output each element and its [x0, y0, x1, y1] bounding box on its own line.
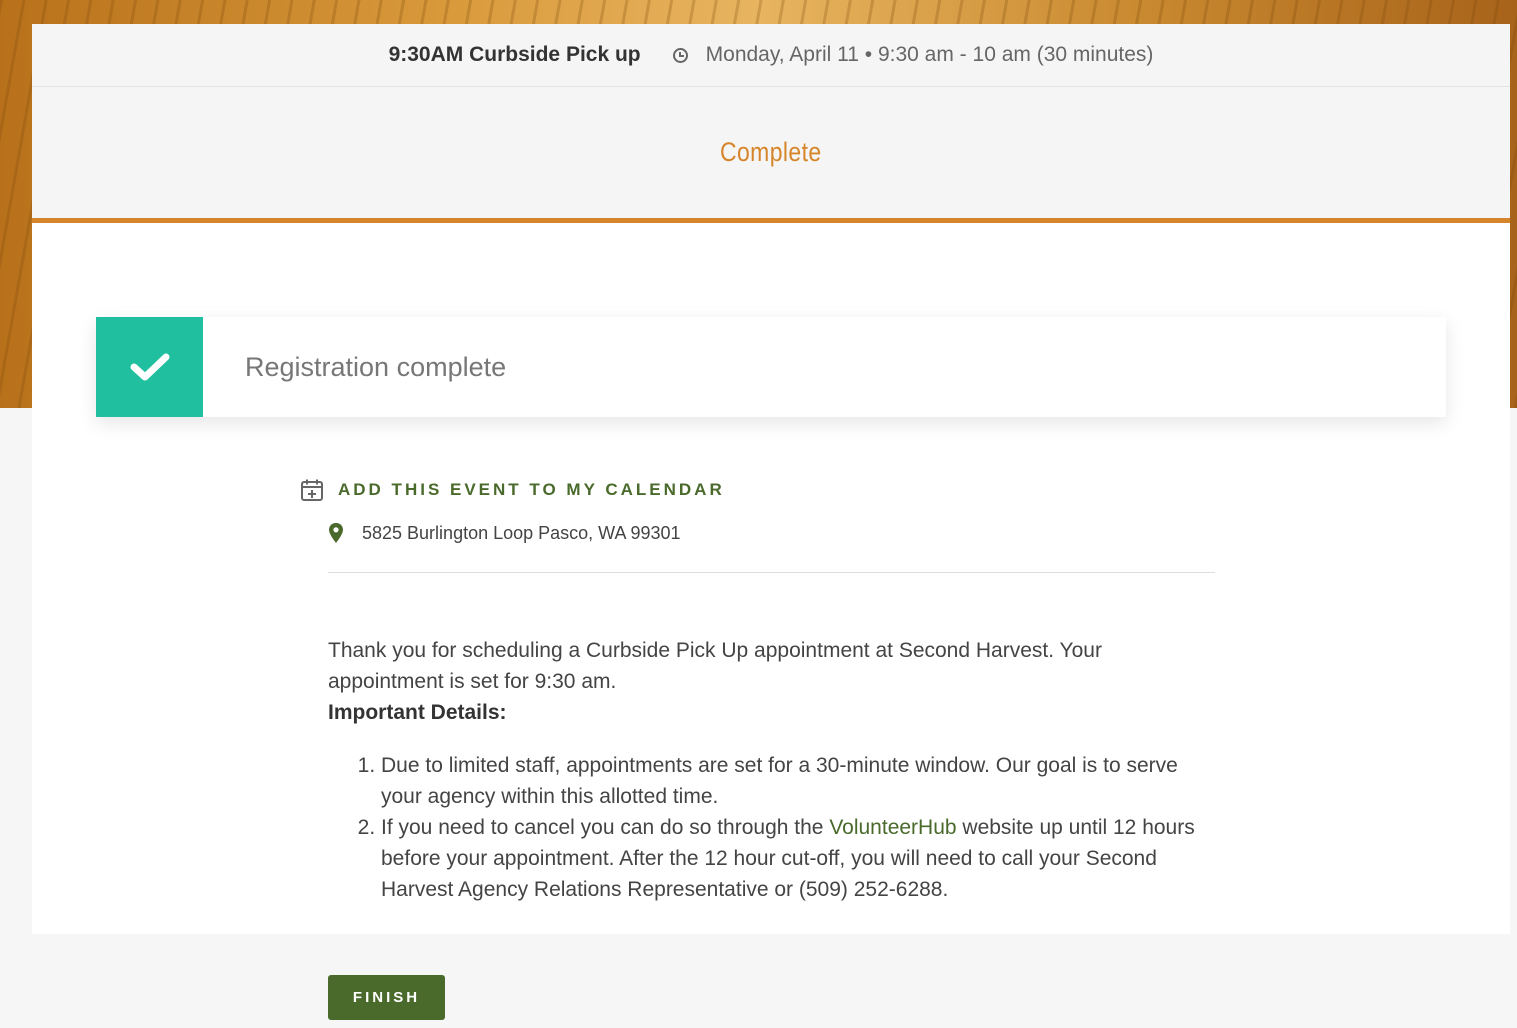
add-to-calendar-link[interactable]: ADD THIS EVENT TO MY CALENDAR [300, 478, 1215, 502]
registration-status-banner: Registration complete [96, 317, 1446, 417]
details-heading: Important Details: [328, 701, 507, 724]
confirmation-message: Thank you for scheduling a Curbside Pick… [328, 635, 1215, 905]
event-title: 9:30AM Curbside Pick up [388, 43, 641, 66]
step-title: Complete [720, 137, 822, 167]
list-item-text: If you need to cancel you can do so thro… [381, 816, 830, 839]
clock-icon [672, 47, 688, 63]
details-list: Due to limited staff, appointments are s… [328, 750, 1215, 905]
content-divider [328, 572, 1215, 573]
finish-button[interactable]: FINISH [328, 975, 445, 1020]
event-address: 5825 Burlington Loop Pasco, WA 99301 [362, 522, 681, 543]
event-location: 5825 Burlington Loop Pasco, WA 99301 [328, 522, 1215, 544]
list-item: If you need to cancel you can do so thro… [381, 812, 1215, 905]
add-to-calendar-label: ADD THIS EVENT TO MY CALENDAR [338, 480, 725, 499]
status-message: Registration complete [245, 351, 507, 382]
intro-paragraph: Thank you for scheduling a Curbside Pick… [328, 639, 1102, 693]
status-check-box [96, 317, 203, 417]
check-icon [130, 353, 169, 381]
event-summary-bar: 9:30AM Curbside Pick up Monday, April 11… [32, 24, 1510, 87]
calendar-add-icon [301, 479, 323, 501]
list-item: Due to limited staff, appointments are s… [381, 750, 1215, 812]
volunteerhub-link[interactable]: VolunteerHub [829, 816, 956, 839]
footer-bar: FINISH [0, 934, 1517, 1028]
map-pin-icon [329, 523, 343, 543]
event-time: Monday, April 11 • 9:30 am - 10 am (30 m… [705, 43, 1154, 66]
footer-inner: FINISH [32, 934, 1510, 1028]
confirmation-content: ADD THIS EVENT TO MY CALENDAR 5825 Burli… [301, 478, 1215, 905]
step-header: Complete [32, 87, 1510, 223]
registration-card: 9:30AM Curbside Pick up Monday, April 11… [32, 24, 1510, 1028]
